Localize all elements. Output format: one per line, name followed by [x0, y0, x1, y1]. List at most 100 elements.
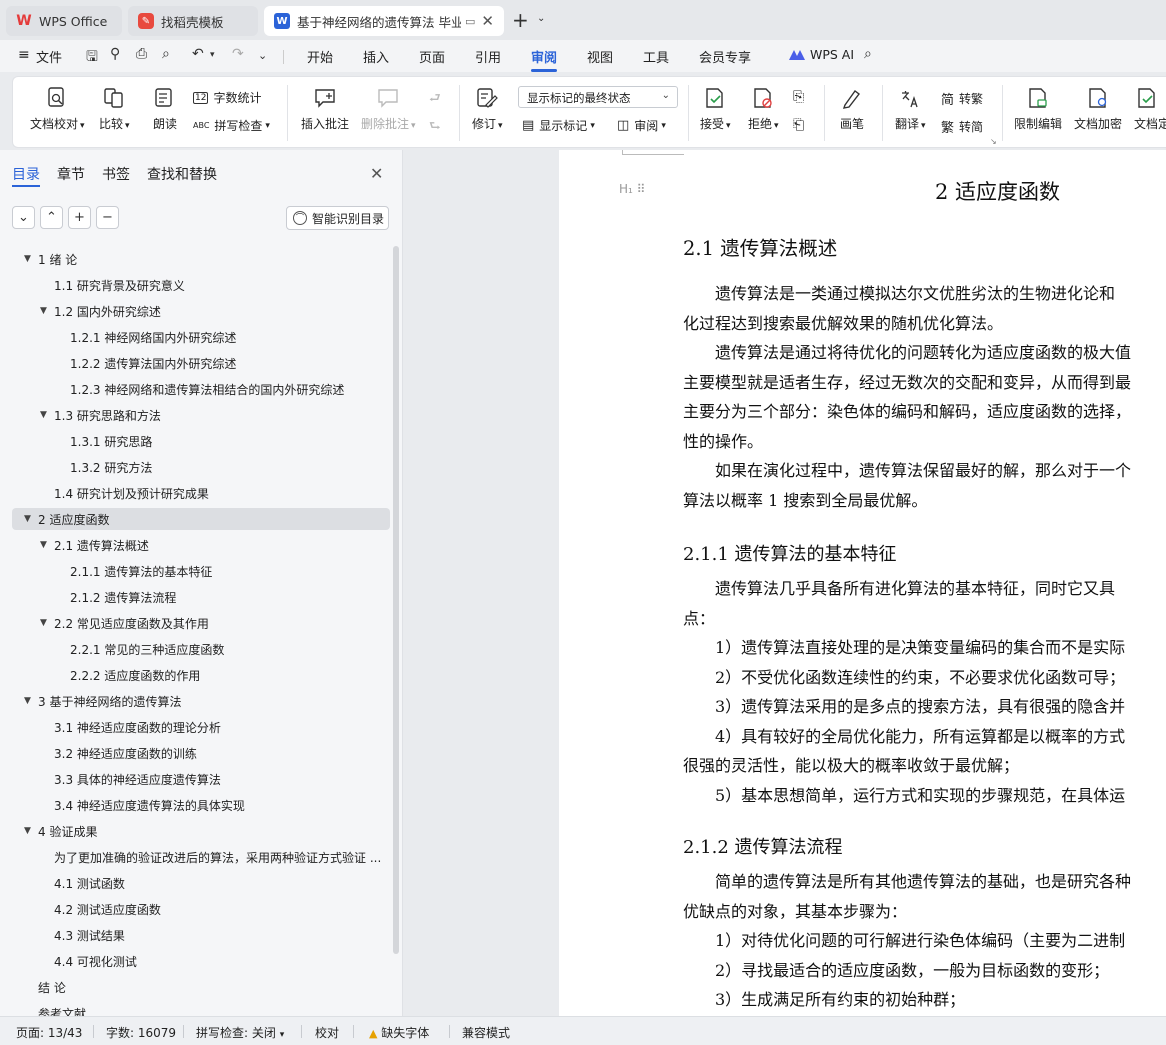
toc-item[interactable]: 1.1 研究背景及研究意义	[12, 274, 390, 296]
new-tab-icon[interactable]: +	[512, 8, 529, 32]
expand-up-icon[interactable]: ⌃	[40, 206, 63, 229]
spell-check-button[interactable]: ABC 拼写检查 ▾	[193, 117, 270, 134]
collapse-arrow-icon[interactable]: ▼	[24, 696, 38, 706]
toc-item[interactable]: ▼ 1.2 国内外研究综述	[12, 300, 390, 322]
panel-tab-toc[interactable]: 目录	[12, 164, 40, 184]
to-traditional-button[interactable]: 简 转繁	[941, 89, 983, 108]
tab-wps-office[interactable]: W WPS Office	[6, 6, 122, 36]
show-markup-button[interactable]: ▤ 显示标记 ▾	[522, 117, 595, 134]
toc-item[interactable]: ▼ 1.3 研究思路和方法	[12, 404, 390, 426]
toc-item[interactable]: ▼ 1 绪 论	[12, 248, 390, 270]
tab-document[interactable]: W 基于神经网络的遗传算法 毕业 ▭ ✕	[264, 6, 504, 36]
save-icon[interactable]: 🖫	[86, 46, 98, 70]
toc-item[interactable]: 4.4 可视化测试	[12, 950, 390, 972]
collapse-arrow-icon[interactable]: ▼	[24, 826, 38, 836]
missing-font-button[interactable]: ▲ 缺失字体	[369, 1024, 429, 1041]
chevron-down-icon[interactable]: ▾	[210, 50, 215, 60]
menu-start[interactable]: 开始	[307, 47, 333, 66]
collapse-arrow-icon[interactable]: ▼	[40, 618, 54, 628]
undo-icon[interactable]: ↶	[192, 46, 204, 62]
panel-tab-bookmarks[interactable]: 书签	[102, 164, 130, 184]
insert-comment-button[interactable]: 插入批注	[301, 85, 349, 132]
menu-reference[interactable]: 引用	[475, 47, 501, 66]
toc-item[interactable]: 3.4 神经适应度遗传算法的具体实现	[12, 794, 390, 816]
collapse-arrow-icon[interactable]: ▼	[40, 540, 54, 550]
toc-item[interactable]: ▼ 4 验证成果	[12, 820, 390, 842]
expand-group-icon[interactable]: ↘	[990, 137, 997, 146]
read-aloud-button[interactable]: 朗读	[152, 85, 178, 132]
search-icon[interactable]: ⌕	[864, 46, 872, 62]
accept-button[interactable]: 接受 ▾	[700, 85, 731, 132]
toc-item[interactable]: 1.2.1 神经网络国内外研究综述	[12, 326, 390, 348]
chevron-down-icon[interactable]: ⌄	[537, 13, 545, 24]
print-icon[interactable]: ⎙	[136, 46, 147, 62]
smart-toc-button[interactable]: ⌒ 智能识别目录	[286, 206, 389, 230]
to-simplified-button[interactable]: 繁 转简	[941, 117, 983, 136]
toc-item[interactable]: 结 论	[12, 976, 390, 998]
toc-item[interactable]: 1.2.2 遗传算法国内外研究综述	[12, 352, 390, 374]
toc-item[interactable]: 3.2 神经适应度函数的训练	[12, 742, 390, 764]
toc-item[interactable]: ▼ 2 适应度函数	[12, 508, 390, 530]
toc-item[interactable]: 4.2 测试适应度函数	[12, 898, 390, 920]
restrict-edit-button[interactable]: 限制编辑	[1014, 85, 1062, 132]
toc-item[interactable]: 1.2.3 神经网络和遗传算法相结合的国内外研究综述	[12, 378, 390, 400]
toc-item[interactable]: 2.2.2 适应度函数的作用	[12, 664, 390, 686]
collapse-arrow-icon[interactable]: ▼	[40, 410, 54, 420]
menu-member[interactable]: 会员专享	[699, 47, 751, 66]
more-icon[interactable]: ⌄	[258, 49, 267, 62]
toc-item[interactable]: 1.3.1 研究思路	[12, 430, 390, 452]
menu-icon[interactable]: ≡	[18, 47, 30, 63]
revise-button[interactable]: 修订 ▾	[472, 85, 503, 132]
remove-icon[interactable]: −	[96, 206, 119, 229]
doc-more-button[interactable]: 文档定	[1134, 85, 1166, 132]
panel-tab-find-replace[interactable]: 查找和替换	[147, 164, 217, 184]
toc-item[interactable]: 4.1 测试函数	[12, 872, 390, 894]
markup-state-select[interactable]: 显示标记的最终状态 ⌄	[518, 86, 678, 108]
monitor-icon[interactable]: ▭	[465, 15, 475, 28]
collapse-down-icon[interactable]: ⌄	[12, 206, 35, 229]
doc-check-button[interactable]: 文档校对 ▾	[30, 85, 85, 132]
toc-item[interactable]: 为了更加准确的验证改进后的算法，采用两种验证方式验证 ...	[12, 846, 390, 868]
toc-item[interactable]: ▼ 3 基于神经网络的遗传算法	[12, 690, 390, 712]
word-count[interactable]: 字数: 16079	[106, 1024, 176, 1041]
add-icon[interactable]: +	[68, 206, 91, 229]
reject-button[interactable]: 拒绝 ▾	[748, 85, 779, 132]
menu-review[interactable]: 审阅	[531, 47, 557, 66]
collapse-arrow-icon[interactable]: ▼	[40, 306, 54, 316]
print-preview-icon[interactable]: ⌕	[162, 46, 170, 62]
encrypt-button[interactable]: 文档加密	[1074, 85, 1122, 132]
panel-scrollbar[interactable]	[393, 246, 399, 954]
collapse-arrow-icon[interactable]: ▼	[24, 514, 38, 524]
toc-item[interactable]: 1.3.2 研究方法	[12, 456, 390, 478]
prev-change-icon[interactable]: ⎘	[793, 89, 804, 105]
pen-button[interactable]: 画笔	[839, 85, 865, 132]
proofread-button[interactable]: 校对	[315, 1024, 339, 1041]
spell-check-status[interactable]: 拼写检查: 关闭 ▾	[196, 1024, 284, 1041]
menu-insert[interactable]: 插入	[363, 47, 389, 66]
toc-item[interactable]: 参考文献	[12, 1002, 390, 1017]
menu-file[interactable]: 文件	[36, 47, 62, 66]
toc-item[interactable]: 1.4 研究计划及预计研究成果	[12, 482, 390, 504]
compare-button[interactable]: 比较 ▾	[99, 85, 130, 132]
collapse-arrow-icon[interactable]: ▼	[24, 254, 38, 264]
link-icon[interactable]: ⚲	[110, 46, 120, 62]
close-panel-icon[interactable]: ✕	[370, 164, 383, 183]
menu-wps-ai[interactable]: WPS AI	[810, 47, 854, 62]
toc-item[interactable]: 3.1 神经适应度函数的理论分析	[12, 716, 390, 738]
document-page[interactable]: H₁ ⠿ 2 适应度函数 2.1 遗传算法概述 2.1.1 遗传算法的基本特征 …	[559, 150, 1166, 1016]
toc-item[interactable]: ▼ 2.2 常见适应度函数及其作用	[12, 612, 390, 634]
next-change-icon[interactable]: ⎗	[793, 117, 804, 133]
menu-view[interactable]: 视图	[587, 47, 613, 66]
menu-tools[interactable]: 工具	[643, 47, 669, 66]
close-tab-icon[interactable]: ✕	[481, 12, 494, 30]
toc-item[interactable]: 4.3 测试结果	[12, 924, 390, 946]
toc-item[interactable]: ▼ 2.1 遗传算法概述	[12, 534, 390, 556]
page-indicator[interactable]: 页面: 13/43	[16, 1024, 82, 1041]
review-pane-button[interactable]: ◫ 审阅 ▾	[617, 117, 666, 134]
translate-button[interactable]: 翻译 ▾	[895, 85, 926, 132]
panel-tab-sections[interactable]: 章节	[57, 164, 85, 184]
toc-item[interactable]: 2.1.1 遗传算法的基本特征	[12, 560, 390, 582]
menu-page[interactable]: 页面	[419, 47, 445, 66]
word-count-button[interactable]: 12 字数统计	[193, 89, 261, 106]
toc-item[interactable]: 2.1.2 遗传算法流程	[12, 586, 390, 608]
